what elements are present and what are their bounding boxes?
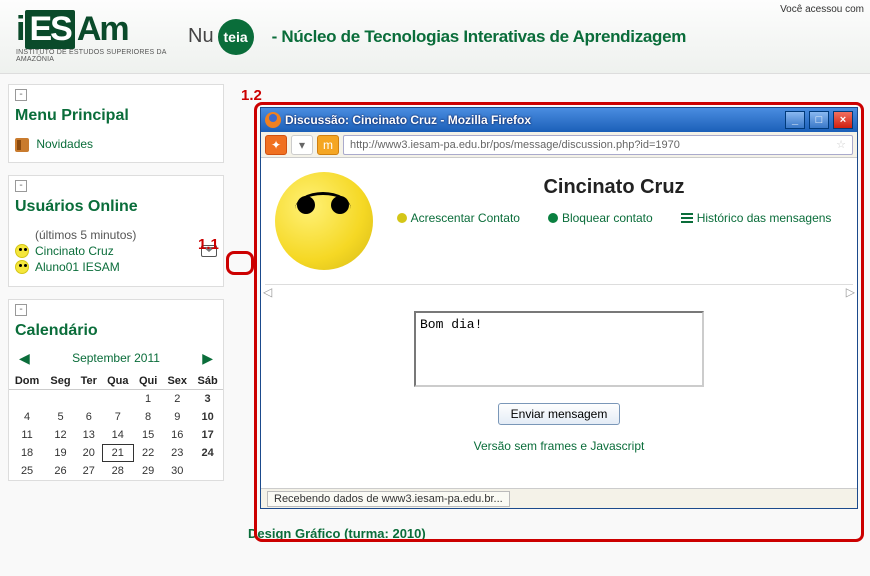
status-bar: Recebendo dados de www3.iesam-pa.edu.br.… [261, 488, 857, 508]
login-info: Você acessou com [780, 4, 864, 15]
cal-day[interactable]: 20 [76, 444, 102, 462]
window-titlebar[interactable]: Discussão: Cincinato Cruz - Mozilla Fire… [261, 108, 857, 132]
cal-day[interactable]: 13 [76, 426, 102, 444]
cal-next-button[interactable]: ▶ [198, 350, 217, 367]
dot-icon [548, 213, 558, 223]
block-menu: - Menu Principal Novidades [8, 84, 224, 163]
cal-day[interactable]: 29 [134, 462, 162, 480]
online-user-link[interactable]: Aluno01 IESAM [35, 260, 120, 274]
cal-day[interactable]: 14 [102, 426, 134, 444]
header-title: - Núcleo de Tecnologias Interativas de A… [272, 27, 687, 47]
cal-day[interactable]: 17 [192, 426, 223, 444]
history-link[interactable]: Histórico das mensagens [681, 211, 832, 225]
cal-day [9, 389, 45, 408]
cal-day[interactable]: 7 [102, 408, 134, 426]
cal-day[interactable]: 15 [134, 426, 162, 444]
window-title: Discussão: Cincinato Cruz - Mozilla Fire… [285, 113, 781, 127]
news-icon [15, 138, 29, 152]
nuteia-logo: Nu teia [188, 19, 254, 55]
cal-day[interactable]: 16 [162, 426, 192, 444]
online-note: (últimos 5 minutos) [35, 228, 217, 242]
moodle-icon[interactable]: m [317, 135, 339, 155]
cal-day[interactable]: 30 [162, 462, 192, 480]
cal-day-header: Dom [9, 373, 45, 390]
no-frames-link[interactable]: Versão sem frames e Javascript [474, 439, 645, 453]
cal-day-header: Seg [45, 373, 76, 390]
cal-day[interactable]: 26 [45, 462, 76, 480]
cal-day-header: Sáb [192, 373, 223, 390]
annotation-label: 1.1 [198, 236, 219, 253]
block-online: - Usuários Online (últimos 5 minutos) Ci… [8, 175, 224, 287]
cal-day[interactable]: 28 [102, 462, 134, 480]
cal-day[interactable]: 24 [192, 444, 223, 462]
cal-day[interactable]: 9 [162, 408, 192, 426]
cal-day[interactable]: 25 [9, 462, 45, 480]
cal-day-header: Ter [76, 373, 102, 390]
block-calendar: - Calendário ◀ September 2011 ▶ DomSegTe… [8, 299, 224, 481]
cal-day[interactable]: 22 [134, 444, 162, 462]
cal-day-header: Qua [102, 373, 134, 390]
annotation-box [226, 251, 254, 275]
collapse-icon[interactable]: - [15, 304, 27, 316]
menu-title: Menu Principal [9, 105, 223, 133]
cal-day[interactable]: 8 [134, 408, 162, 426]
profile-avatar [275, 172, 373, 270]
cal-month[interactable]: September 2011 [72, 351, 160, 365]
firefox-icon [265, 112, 281, 128]
cal-day[interactable]: 4 [9, 408, 45, 426]
cal-prev-button[interactable]: ◀ [15, 350, 34, 367]
cal-day [192, 462, 223, 480]
user-avatar-icon [15, 260, 29, 274]
cal-day-header: Sex [162, 373, 192, 390]
calendar-table: DomSegTerQuaQuiSexSáb 123456789101112131… [9, 373, 223, 480]
calendar-title: Calendário [9, 320, 223, 348]
url-text: http://www3.iesam-pa.edu.br/pos/message/… [350, 139, 680, 151]
cal-day[interactable]: 1 [134, 389, 162, 408]
cal-day[interactable]: 19 [45, 444, 76, 462]
send-message-button[interactable]: Enviar mensagem [498, 403, 621, 425]
online-user-link[interactable]: Cincinato Cruz [35, 244, 114, 258]
close-button[interactable]: × [833, 111, 853, 129]
cal-day [102, 389, 134, 408]
bookmark-star-icon[interactable]: ☆ [836, 138, 846, 151]
cal-day[interactable]: 3 [192, 389, 223, 408]
minimize-button[interactable]: _ [785, 111, 805, 129]
add-contact-link[interactable]: Acrescentar Contato [397, 211, 520, 225]
site-header: iESAm INSTITUTO DE ESTUDOS SUPERIORES DA… [0, 0, 870, 74]
cal-day[interactable]: 10 [192, 408, 223, 426]
url-bar[interactable]: http://www3.iesam-pa.edu.br/pos/message/… [343, 135, 853, 155]
maximize-button[interactable]: □ [809, 111, 829, 129]
smile-icon [397, 213, 407, 223]
online-title: Usuários Online [9, 196, 223, 224]
cal-day[interactable]: 6 [76, 408, 102, 426]
block-contact-link[interactable]: Bloquear contato [548, 211, 653, 225]
cal-day[interactable]: 11 [9, 426, 45, 444]
cal-day [76, 389, 102, 408]
collapse-icon[interactable]: - [15, 89, 27, 101]
discussion-popup: Discussão: Cincinato Cruz - Mozilla Fire… [260, 107, 858, 509]
iesam-logo: iESAm INSTITUTO DE ESTUDOS SUPERIORES DA… [16, 10, 176, 63]
scroll-right-icon[interactable]: ▷ [846, 285, 855, 299]
browser-toolbar: ✦ ▾ m http://www3.iesam-pa.edu.br/pos/me… [261, 132, 857, 158]
cal-day[interactable]: 23 [162, 444, 192, 462]
user-avatar-icon [15, 244, 29, 258]
cal-day-header: Qui [134, 373, 162, 390]
collapse-icon[interactable]: - [15, 180, 27, 192]
novidades-link[interactable]: Novidades [36, 137, 93, 151]
cal-day[interactable]: 2 [162, 389, 192, 408]
cal-day[interactable]: 18 [9, 444, 45, 462]
cal-day [45, 389, 76, 408]
cal-day[interactable]: 5 [45, 408, 76, 426]
cal-day[interactable]: 12 [45, 426, 76, 444]
sidebar: - Menu Principal Novidades - Usuários On… [8, 84, 224, 543]
user-dropdown-icon[interactable]: ▾ [291, 135, 313, 155]
message-textarea[interactable] [414, 311, 704, 387]
cal-day[interactable]: 21 [102, 444, 134, 462]
cal-day[interactable]: 27 [76, 462, 102, 480]
profile-name: Cincinato Cruz [385, 176, 843, 199]
app-icon[interactable]: ✦ [265, 135, 287, 155]
list-icon [681, 213, 693, 223]
scroll-left-icon[interactable]: ◁ [263, 285, 272, 299]
